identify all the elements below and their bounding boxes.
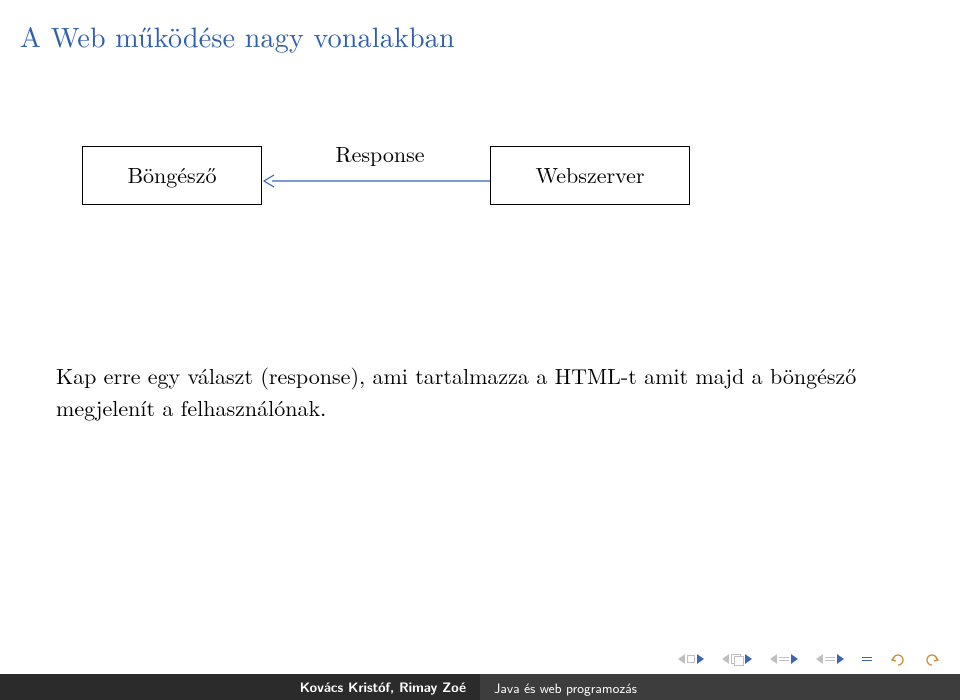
footer: Kovács Kristóf, Rimay Zoé Java és web pr… [0, 674, 960, 700]
slide-body-text: Kap erre egy választ (response), ami tar… [56, 360, 904, 424]
nav-section-group[interactable] [770, 654, 798, 664]
nav-appendix-icon[interactable] [862, 655, 872, 663]
footer-talk-title: Java és web programozás [480, 674, 960, 700]
node-webserver: Webszerver [490, 146, 690, 205]
nav-next-slide-icon [697, 654, 704, 664]
nav-frame-group[interactable] [722, 654, 752, 664]
nav-subsection-group[interactable] [816, 654, 844, 664]
nav-back-icon[interactable] [890, 652, 906, 666]
nav-prev-subsection-icon [816, 654, 823, 664]
nav-slide-icon [687, 655, 695, 663]
nav-prev-slide-icon [678, 654, 685, 664]
diagram: Böngésző Response Webszerver [0, 116, 960, 316]
slide-title: A Web működése nagy vonalakban [0, 0, 960, 56]
nav-subsection-icon [825, 655, 835, 663]
nav-section-icon [779, 655, 789, 663]
nav-next-subsection-icon [837, 654, 844, 664]
nav-prev-section-icon [770, 654, 777, 664]
node-browser: Böngésző [82, 146, 262, 205]
nav-slide-group[interactable] [678, 654, 704, 664]
nav-prev-frame-icon [722, 654, 729, 664]
nav-frame-icon [731, 654, 743, 664]
nav-next-frame-icon [745, 654, 752, 664]
arrow-label: Response [310, 138, 450, 169]
beamer-nav [678, 652, 940, 666]
footer-authors: Kovács Kristóf, Rimay Zoé [0, 674, 480, 700]
response-arrow-icon [262, 174, 490, 188]
nav-search-icon[interactable] [924, 652, 940, 666]
nav-next-section-icon [791, 654, 798, 664]
